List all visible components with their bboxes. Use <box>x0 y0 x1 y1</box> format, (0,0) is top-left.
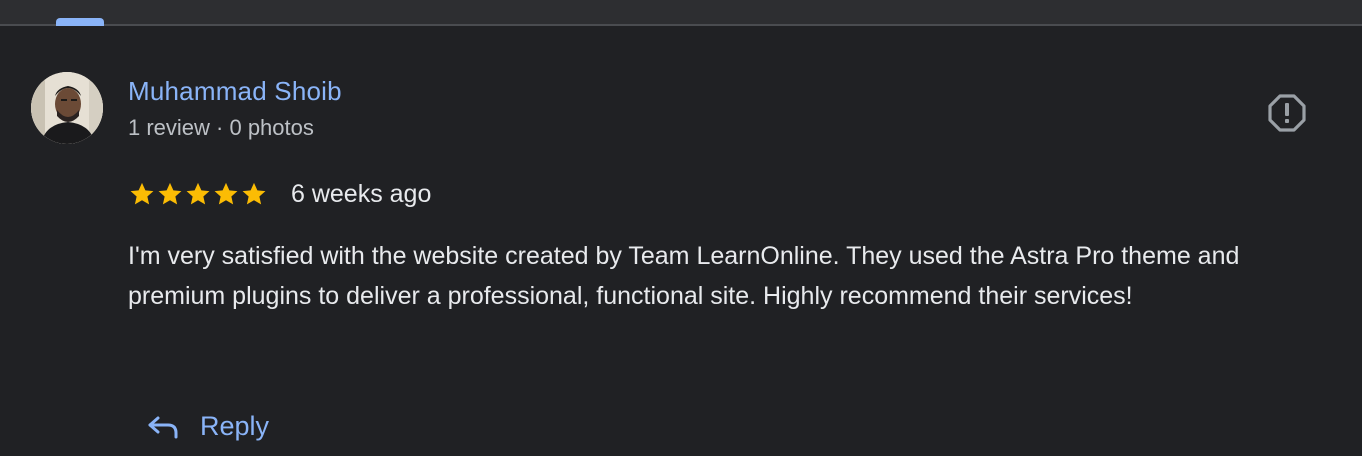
author-review-count: 1 review · 0 photos <box>128 115 314 140</box>
reply-button[interactable]: Reply <box>140 404 269 448</box>
author-avatar[interactable] <box>31 72 103 144</box>
review-time: 6 weeks ago <box>291 180 432 208</box>
author-name[interactable]: Muhammad Shoib <box>128 76 342 107</box>
reply-label: Reply <box>200 410 270 441</box>
star-icon <box>214 182 238 205</box>
star-icon <box>130 182 154 205</box>
star-icon <box>186 182 210 205</box>
reply-arrow-icon <box>148 416 178 439</box>
active-tab-indicator[interactable] <box>56 18 104 26</box>
star-rating <box>128 180 268 208</box>
review-text: I'm very satisfied with the website crea… <box>128 242 1240 310</box>
review-card: Muhammad Shoib 1 review · 0 photos 6 wee… <box>0 0 1362 456</box>
report-icon[interactable] <box>1268 94 1306 132</box>
star-icon <box>158 182 182 205</box>
star-icon <box>242 182 266 205</box>
avatar-photo-icon <box>31 72 103 144</box>
top-tab-bar <box>0 0 1362 26</box>
